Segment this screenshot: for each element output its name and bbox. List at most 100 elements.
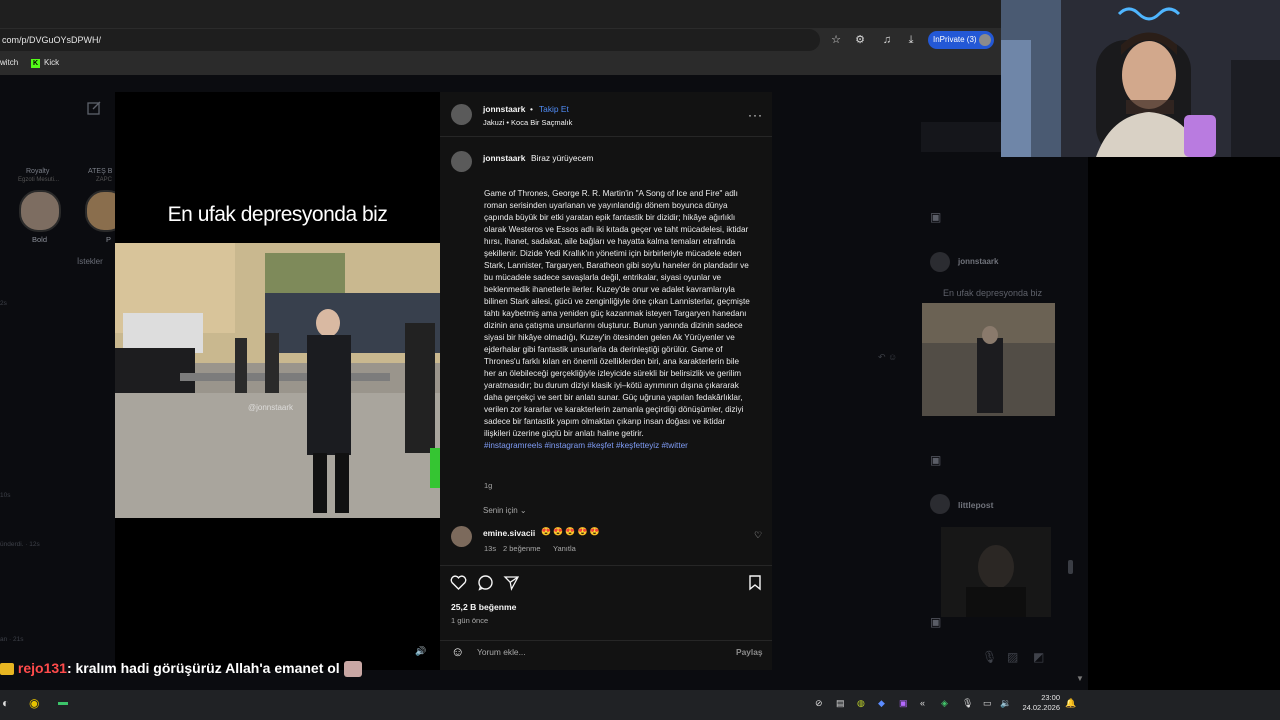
comment-sort-label: Senin için	[483, 506, 518, 515]
reel-icon[interactable]: ▣	[930, 615, 941, 629]
taskbar	[0, 690, 1280, 720]
share-comment-button[interactable]: Paylaş	[736, 647, 763, 657]
microphone-tray-icon[interactable]: 🎙	[962, 698, 973, 709]
clock[interactable]: 23:00 24.02.2026	[1020, 693, 1060, 713]
volume-icon[interactable]: 🔊	[415, 646, 426, 657]
story-top-label: ATEŞ B	[88, 168, 113, 175]
save-icon[interactable]	[747, 574, 763, 591]
tray-icon[interactable]: ▣	[899, 698, 908, 709]
feed-avatar[interactable]	[930, 494, 950, 514]
caption-body: Game of Thrones, George R. R. Martin'in …	[484, 189, 750, 438]
story-sub-label: ZAPC	[96, 177, 113, 183]
dot-separator: •	[530, 104, 533, 114]
reel-icon[interactable]: ▣	[930, 210, 941, 224]
requests-label[interactable]: İstekler	[77, 257, 103, 266]
caption-username[interactable]: jonnstaark	[483, 153, 525, 163]
tray-icon[interactable]: ▤	[836, 698, 845, 709]
caption-hashtags[interactable]: #instagramreels #instagram #keşfet #keşf…	[484, 441, 688, 450]
clock-time: 23:00	[1041, 693, 1060, 702]
comment-input[interactable]: Yorum ekle...	[477, 647, 526, 657]
feed-thumbnail[interactable]	[941, 527, 1051, 617]
tray-icon[interactable]: ◈	[941, 698, 948, 709]
comment-username[interactable]: emine.sivacii	[483, 528, 535, 538]
follow-button[interactable]: Takip Et	[539, 104, 569, 114]
app-icon[interactable]: ◐	[2, 696, 9, 710]
feed-thumbnail[interactable]	[922, 303, 1055, 416]
tray-icon[interactable]: ⊘	[815, 698, 823, 709]
star-icon[interactable]: ☆	[829, 33, 843, 47]
comment-age: 13s	[484, 544, 497, 553]
inprivate-button[interactable]: InPrivate (3)	[928, 31, 994, 49]
chat-text: : kralım hadi görüşürüz Allah'a emanet o…	[66, 660, 340, 676]
story-avatar[interactable]	[19, 190, 61, 232]
post-date: 1 gün önce	[451, 616, 489, 625]
reel-icon[interactable]: ▣	[930, 453, 941, 467]
divider	[440, 136, 772, 137]
chat-username: rejo131	[17, 660, 67, 676]
likes-count[interactable]: 25,2 B beğenme	[451, 602, 516, 612]
bookmark-kick[interactable]: K Kick	[31, 58, 59, 68]
reel-video-still	[115, 243, 440, 518]
webcam-overlay	[1001, 0, 1280, 157]
caption-title: Biraz yürüyecem	[531, 153, 594, 163]
terminal-icon[interactable]: ▬	[58, 697, 68, 708]
comment-likes[interactable]: 2 beğenme	[503, 544, 541, 553]
comment-like-icon[interactable]: ♡	[754, 530, 762, 541]
story-label: Bold	[32, 235, 48, 244]
extensions-icon[interactable]: ⚙	[853, 33, 867, 47]
message-time: 10s	[0, 492, 11, 499]
comment-reply-button[interactable]: Yanıtla	[553, 544, 576, 553]
caption-text: Game of Thrones, George R. R. Martin'in …	[484, 176, 750, 452]
collections-icon[interactable]: ♫	[880, 33, 894, 47]
comment-text: 😍 😍 😍 😍 😍	[541, 527, 600, 536]
bookmarks-bar: witch K Kick	[0, 52, 1001, 75]
author-avatar[interactable]	[451, 104, 472, 125]
feed-username[interactable]: littlepost	[958, 500, 993, 510]
notification-bell-icon[interactable]: 🔔	[1065, 698, 1076, 709]
reel-video-frame[interactable]: @jonnstaark	[115, 243, 440, 518]
caption-avatar[interactable]	[451, 151, 472, 172]
comment-icon[interactable]	[477, 574, 494, 591]
app-icon[interactable]: ◉	[29, 696, 39, 710]
bookmark-twitch[interactable]: witch	[0, 58, 18, 67]
image-icon[interactable]: ▨	[1007, 650, 1018, 664]
commenter-avatar[interactable]	[451, 526, 472, 547]
bookmark-kick-label: Kick	[44, 58, 60, 67]
kick-logo-icon: K	[31, 59, 40, 68]
feed-avatar[interactable]	[930, 252, 950, 272]
url-field[interactable]: com/p/DVGuOYsDPWH/	[0, 29, 820, 51]
reel-watermark: @jonnstaark	[248, 403, 294, 412]
sticker-icon[interactable]: ◩	[1033, 650, 1044, 664]
more-options-icon[interactable]: ···	[748, 108, 763, 122]
like-icon[interactable]	[450, 574, 467, 591]
webcam-image	[1001, 0, 1280, 157]
emoji-icon[interactable]: ☺	[451, 644, 464, 659]
volume-tray-icon[interactable]: 🔉	[1000, 698, 1011, 709]
comment-sort-dropdown[interactable]: Senin için ⌄	[483, 506, 527, 515]
message-time: 2s	[0, 300, 7, 307]
post-audio-subtitle[interactable]: Jakuzi • Koca Bir Saçmalık	[483, 118, 572, 127]
caption-age: 1g	[484, 481, 493, 490]
inprivate-label: InPrivate (3)	[933, 35, 977, 44]
scrollbar-thumb[interactable]	[1068, 560, 1073, 574]
feed-thumbnail-image	[922, 303, 1055, 416]
feed-thumbnail-image	[941, 527, 1051, 617]
tray-icon[interactable]: ◍	[857, 698, 865, 709]
author-username[interactable]: jonnstaark	[483, 104, 525, 114]
download-icon[interactable]: ⤓	[904, 33, 918, 47]
message-time: ünderdi. · 12s	[0, 541, 40, 548]
story-label: P	[106, 235, 112, 244]
reply-icon[interactable]: ↶ ☺	[878, 352, 897, 363]
share-icon[interactable]	[503, 574, 520, 591]
message-time: an · 21s	[0, 636, 24, 643]
new-message-icon[interactable]	[86, 100, 102, 116]
tray-icon[interactable]: «	[920, 698, 925, 708]
story-sub-label: Egzoti Mesuti...	[18, 177, 60, 183]
tray-icon[interactable]: ◆	[878, 698, 885, 709]
network-icon[interactable]: ▭	[983, 698, 992, 709]
feed-username[interactable]: jonnstaark	[958, 257, 998, 266]
clock-date: 24.02.2026	[1022, 703, 1060, 712]
microphone-icon[interactable]: 🎙	[982, 650, 997, 664]
emote-icon	[343, 661, 362, 678]
scroll-down-icon[interactable]: ▼	[1076, 674, 1084, 683]
